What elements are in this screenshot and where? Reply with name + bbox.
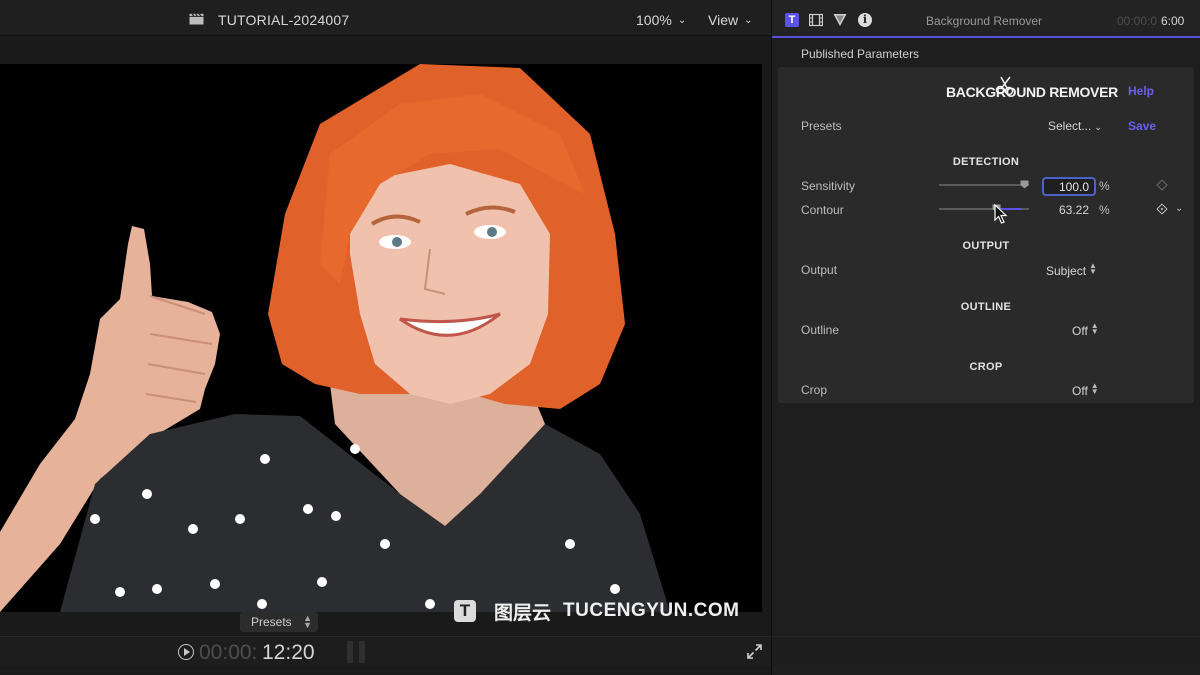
- crop-select[interactable]: Off ▲ ▼: [1072, 381, 1099, 399]
- output-select[interactable]: Subject ▲ ▼: [1046, 261, 1097, 279]
- inspector-footer: [772, 636, 1200, 666]
- video-canvas[interactable]: [0, 64, 762, 612]
- chevron-down-icon: ⌄: [677, 15, 687, 26]
- watermark-logo: T: [454, 600, 476, 622]
- contour-unit: %: [1099, 203, 1110, 217]
- plugin-logo-text: BACKGROUND REMOVER: [946, 84, 1118, 100]
- output-select-value: Subject: [1046, 264, 1087, 278]
- watermark-chinese-text: 图层云: [494, 601, 552, 624]
- sensitivity-unit: %: [1099, 179, 1110, 193]
- chevron-down-icon: ⌄: [1094, 122, 1102, 132]
- watermark-english-text: TUCENGYUN.COM: [563, 600, 740, 621]
- subject-image: [0, 64, 670, 612]
- chevron-down-icon: ⌄: [744, 15, 753, 26]
- viewer-pane: TUTORIAL-2024007 100% ⌄ View ⌄ Presets ▲…: [0, 0, 771, 675]
- contour-slider-track[interactable]: [939, 208, 1029, 210]
- text-inspector-tab-icon[interactable]: T: [785, 13, 799, 27]
- play-icon[interactable]: [178, 644, 194, 660]
- contour-value-field[interactable]: 63.22: [1042, 203, 1096, 217]
- save-preset-button[interactable]: Save: [1128, 119, 1156, 133]
- color-inspector-icon[interactable]: [833, 13, 847, 27]
- scissors-icon: [995, 76, 1014, 96]
- up-down-arrows-icon: ▲ ▼: [1090, 381, 1099, 396]
- up-down-arrows-icon: ▲ ▼: [1089, 261, 1097, 276]
- inspector-timecode-leading: 00:00:0: [1117, 14, 1158, 28]
- outline-select[interactable]: Off ▲ ▼: [1072, 321, 1099, 339]
- timecode-display[interactable]: 12:20: [262, 641, 315, 665]
- section-detection: DETECTION: [952, 156, 1020, 168]
- crop-select-value: Off: [1072, 384, 1088, 398]
- sensitivity-value-field[interactable]: 100.0: [1042, 177, 1096, 196]
- section-crop: CROP: [969, 361, 1003, 373]
- up-down-arrows-icon: ▲ ▼: [1090, 321, 1099, 336]
- timecode-leading: 00:00:: [199, 641, 258, 664]
- contour-keyframe-icon[interactable]: [1156, 203, 1168, 215]
- inspector-title: Background Remover: [926, 14, 1043, 28]
- sensitivity-slider-thumb[interactable]: [1020, 180, 1029, 189]
- sensitivity-label: Sensitivity: [801, 179, 856, 193]
- clapperboard-icon: [189, 13, 204, 25]
- viewer-toolbar: TUTORIAL-2024007 100% ⌄ View ⌄: [0, 0, 771, 36]
- sensitivity-keyframe-icon[interactable]: [1156, 179, 1168, 191]
- output-label: Output: [801, 263, 838, 277]
- help-link[interactable]: Help: [1128, 84, 1154, 98]
- zoom-menu[interactable]: 100% ⌄: [636, 12, 686, 28]
- audio-meter: [347, 641, 367, 663]
- zoom-value: 100%: [636, 12, 672, 28]
- project-title: TUTORIAL-2024007: [218, 12, 350, 28]
- published-parameters-heading: Published Parameters: [801, 47, 920, 61]
- presets-select[interactable]: Select... ⌄: [1048, 119, 1102, 133]
- inspector-pane: T i Background Remover 00:00:0 6:00 Publ…: [772, 0, 1200, 675]
- viewer-presets-label: Presets: [251, 615, 292, 629]
- mouse-pointer-icon: [994, 204, 1008, 224]
- viewer-presets-popup[interactable]: Presets ▲ ▼: [240, 612, 318, 632]
- chevron-down-icon[interactable]: ⌄: [1175, 203, 1183, 214]
- up-down-arrows-icon: ▲ ▼: [303, 613, 312, 630]
- watermark: T 图层云 TUCENGYUN.COM: [454, 599, 740, 624]
- inspector-header: T i Background Remover 00:00:0 6:00: [772, 0, 1200, 38]
- presets-select-value: Select...: [1048, 119, 1092, 133]
- sensitivity-slider-track[interactable]: [939, 184, 1029, 186]
- inspector-duration: 6:00: [1161, 14, 1185, 28]
- fullscreen-icon[interactable]: [746, 643, 763, 660]
- outline-select-value: Off: [1072, 324, 1088, 338]
- section-outline: OUTLINE: [960, 301, 1012, 313]
- sensitivity-slider-fill: [939, 184, 1023, 186]
- view-label: View: [708, 12, 739, 28]
- viewer-transport-bar: 00:00: 12:20: [0, 636, 771, 666]
- plugin-parameters-panel: BACKGROUND REMOVER Help Presets Select..…: [778, 67, 1194, 403]
- outline-label: Outline: [801, 323, 840, 337]
- plugin-logo: BACKGROUND REMOVER: [946, 76, 1118, 103]
- info-icon[interactable]: i: [858, 13, 872, 27]
- film-strip-icon[interactable]: [809, 13, 823, 27]
- contour-label: Contour: [801, 203, 844, 217]
- section-output: OUTPUT: [962, 240, 1010, 252]
- view-menu[interactable]: View ⌄: [708, 12, 752, 28]
- crop-label: Crop: [801, 383, 828, 397]
- presets-label: Presets: [801, 119, 842, 133]
